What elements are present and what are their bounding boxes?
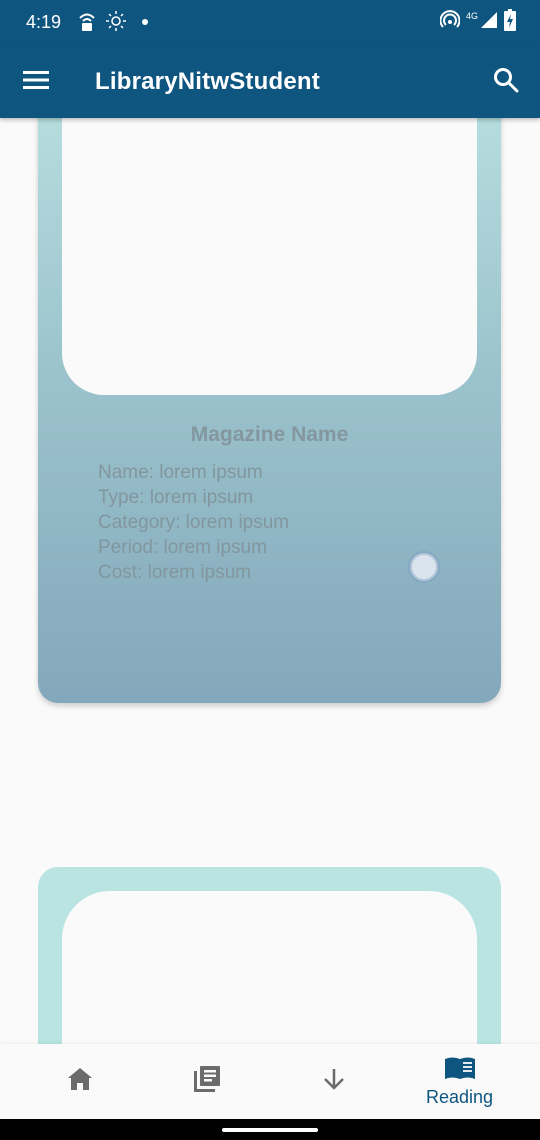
search-icon <box>493 67 519 98</box>
nav-downloads[interactable] <box>266 1044 401 1119</box>
notification-dot <box>142 19 148 25</box>
menu-button[interactable] <box>18 64 54 100</box>
menu-icon <box>23 70 49 95</box>
book-open-icon <box>444 1056 476 1085</box>
app-title: LibraryNitwStudent <box>95 68 320 95</box>
nav-reading-label: Reading <box>425 1086 494 1107</box>
bottom-navigation: Reading <box>0 1044 540 1119</box>
app-bar: LibraryNitwStudent <box>0 46 540 118</box>
library-books-icon <box>192 1064 222 1099</box>
battery-charging-icon <box>504 8 516 36</box>
vpn-lock-icon <box>78 10 98 32</box>
nav-library[interactable] <box>139 1044 274 1119</box>
status-time: 4:19 <box>26 12 62 32</box>
nav-reading[interactable]: Reading <box>392 1044 527 1119</box>
magazine-cover-image <box>62 80 477 395</box>
detail-period: Period: lorem ipsum <box>98 537 267 558</box>
arrow-down-icon <box>321 1066 347 1097</box>
signal-icon <box>480 11 498 34</box>
detail-name: Name: lorem ipsum <box>98 462 263 483</box>
home-icon <box>66 1066 94 1097</box>
home-indicator[interactable] <box>222 1128 318 1132</box>
screen: 4:19 4G LibraryNitwStudent Magazine Name… <box>0 0 540 1140</box>
brightness-icon <box>106 10 126 32</box>
status-bar: 4:19 4G <box>0 0 540 46</box>
magazine-card[interactable]: Magazine Name Name: lorem ipsum Type: lo… <box>38 80 501 703</box>
detail-category: Category: lorem ipsum <box>98 512 290 533</box>
magazine-details: Name: lorem ipsum Type: lorem ipsum Cate… <box>98 460 289 585</box>
hotspot-icon <box>439 9 461 35</box>
status-icons-right: 4G <box>439 8 516 36</box>
detail-cost: Cost: lorem ipsum <box>98 562 252 583</box>
system-navigation-bar <box>0 1119 540 1140</box>
search-button[interactable] <box>486 62 526 102</box>
nav-home[interactable] <box>12 1044 147 1119</box>
magazine-name: Magazine Name <box>190 423 349 446</box>
select-radio-button[interactable] <box>410 553 438 581</box>
network-label: 4G <box>465 11 478 21</box>
detail-type: Type: lorem ipsum <box>98 487 254 508</box>
